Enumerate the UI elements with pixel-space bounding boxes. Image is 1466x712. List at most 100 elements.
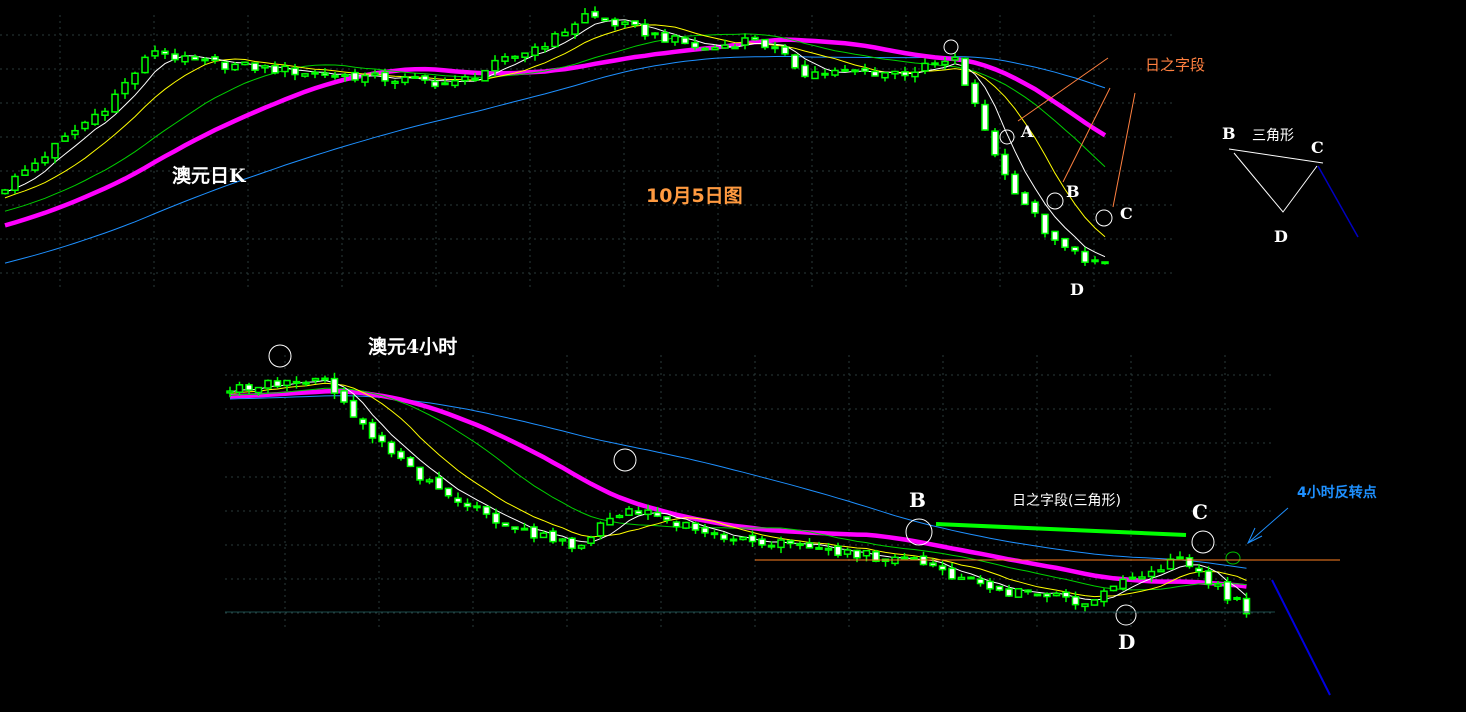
daily-candle	[801, 60, 809, 79]
candle-body	[625, 508, 633, 516]
h4-candle	[1052, 591, 1061, 597]
candle-body	[1166, 558, 1175, 570]
daily-candle	[261, 64, 269, 74]
h4-candle	[805, 538, 814, 549]
candle-body	[401, 76, 409, 84]
candle-body	[1001, 153, 1009, 176]
candle-body	[739, 536, 747, 541]
candle-body	[672, 521, 681, 528]
candle-body	[781, 46, 789, 55]
candle-body	[406, 456, 415, 468]
candle-body	[815, 546, 823, 550]
candle-body	[758, 538, 766, 546]
point-B-label: B	[1066, 182, 1080, 201]
h4-candle	[463, 498, 472, 512]
candle-body	[121, 81, 129, 95]
candle-body	[1071, 246, 1079, 252]
daily-candle	[351, 69, 359, 83]
candle-body	[951, 56, 959, 61]
triangle-C-label: C	[1311, 138, 1324, 157]
candle-body	[777, 539, 785, 549]
triangle-upper-line	[935, 522, 1187, 537]
candle-body	[821, 72, 829, 76]
candle-body	[1, 189, 9, 195]
candle-body	[681, 37, 689, 45]
candle-body	[843, 549, 852, 555]
daily-candle	[681, 36, 689, 45]
h4-candle	[967, 576, 975, 580]
h4-candle	[786, 539, 795, 549]
h4-candle	[758, 536, 766, 549]
h4-candle	[330, 372, 339, 400]
daily-candle	[621, 19, 629, 29]
candle-body	[435, 476, 443, 490]
h4-candle	[444, 487, 453, 499]
candle-body	[231, 63, 239, 71]
candle-body	[558, 538, 567, 542]
daily-candle	[481, 69, 489, 82]
candle-body	[321, 72, 329, 76]
candle-body	[302, 381, 310, 385]
candle-body	[245, 384, 253, 391]
candle-body	[482, 505, 491, 515]
h4-candle	[710, 530, 719, 539]
h4-candle	[311, 377, 320, 384]
candle-body	[961, 57, 969, 86]
candle-body	[641, 23, 649, 37]
candle-body	[111, 93, 119, 113]
candle-body	[151, 50, 159, 57]
h4-candle	[606, 512, 614, 526]
daily-moving-averages	[4, 19, 1107, 264]
candle-body	[929, 562, 937, 567]
h4-candle	[511, 526, 519, 534]
candle-body	[461, 76, 469, 82]
point-C-label: C	[1120, 204, 1133, 223]
candle-body	[938, 565, 947, 571]
h4-candle	[1223, 576, 1232, 605]
candle-body	[771, 46, 779, 50]
h4-candle	[938, 560, 947, 576]
candle-body	[710, 532, 719, 536]
candle-body	[530, 526, 538, 539]
candle-body	[291, 67, 299, 76]
candle-body	[721, 44, 729, 49]
candle-body	[131, 72, 139, 85]
h4-candle	[919, 551, 928, 566]
h4-candle	[900, 552, 909, 560]
candle-body	[1081, 603, 1089, 608]
h4-candle	[615, 513, 624, 519]
daily-candle	[551, 31, 559, 48]
h4-candle	[501, 522, 510, 527]
circle-marker	[943, 39, 959, 55]
h4-candle	[1138, 571, 1146, 580]
candle-body	[851, 69, 859, 73]
candle-body	[349, 399, 358, 418]
candle-body	[1021, 192, 1029, 206]
candle-body	[492, 512, 500, 524]
h4-candle	[1109, 585, 1118, 592]
daily-candle	[791, 53, 799, 70]
daily-candles	[1, 6, 1109, 266]
daily-ma30-line	[4, 37, 1107, 228]
daily-ma20-line	[4, 33, 1106, 212]
candle-body	[361, 74, 369, 83]
h4-candle	[663, 516, 671, 524]
daily-candle	[31, 158, 39, 173]
candle-body	[631, 20, 639, 26]
h4-candle	[378, 431, 386, 448]
daily-candle	[151, 45, 159, 60]
candle-body	[571, 23, 579, 35]
h4-candle	[1062, 589, 1070, 603]
candle-body	[431, 80, 439, 88]
daily-candle	[21, 165, 29, 176]
daily-candle	[1101, 261, 1109, 265]
point-D-label: D	[1070, 280, 1084, 299]
candle-body	[720, 533, 728, 541]
candle-body	[1061, 237, 1069, 249]
candle-body	[1051, 230, 1059, 241]
h4-candle	[720, 532, 728, 543]
circle-marker-B	[1046, 192, 1064, 210]
candle-body	[577, 544, 586, 549]
candle-body	[501, 522, 510, 527]
candle-body	[81, 121, 89, 130]
